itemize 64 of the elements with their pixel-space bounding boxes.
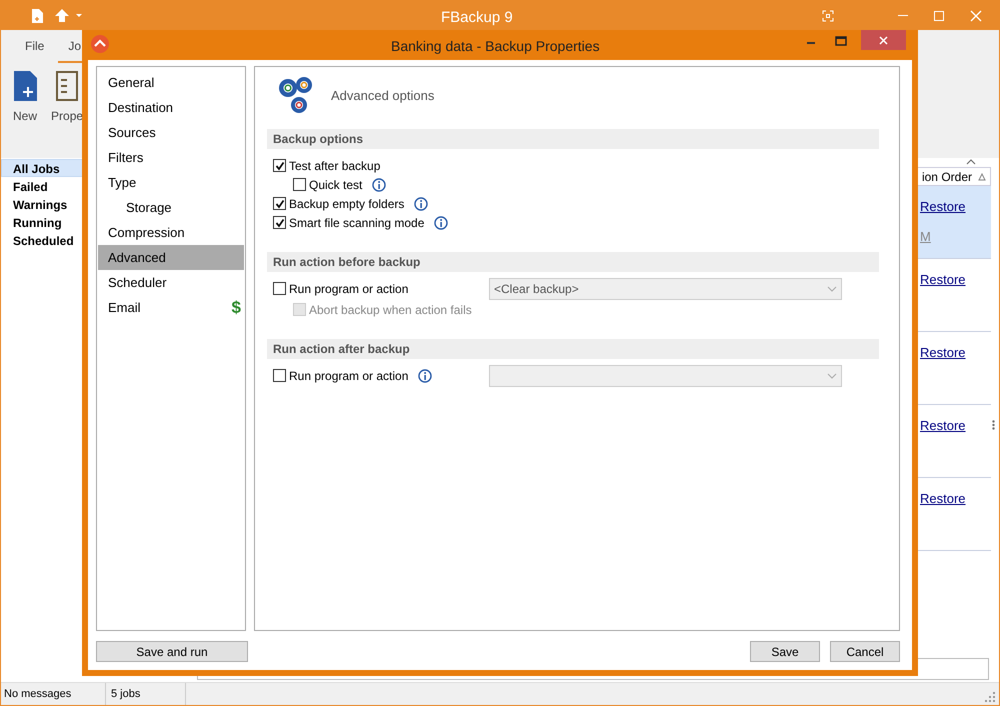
checkbox[interactable]: Test after backup bbox=[273, 156, 380, 174]
section-header: Run action after backup bbox=[267, 339, 879, 359]
info-icon[interactable] bbox=[418, 368, 432, 382]
resize-grip-icon[interactable] bbox=[985, 692, 995, 702]
nav-item[interactable]: Filters bbox=[98, 145, 244, 170]
restore-link[interactable]: Restore bbox=[920, 197, 991, 216]
save-and-run-button[interactable]: Save and run bbox=[96, 641, 248, 662]
close-icon[interactable] bbox=[970, 10, 982, 22]
dialog-title: Banking data - Backup Properties bbox=[391, 37, 600, 56]
nav-item[interactable]: Compression bbox=[98, 220, 244, 245]
nav-item[interactable]: Storage bbox=[98, 195, 244, 220]
checkbox[interactable]: Quick test bbox=[293, 176, 362, 194]
new-file-icon[interactable] bbox=[30, 8, 44, 24]
nav-item[interactable]: Scheduler bbox=[98, 270, 244, 295]
app-logo-icon bbox=[91, 35, 109, 53]
chevron-down-icon bbox=[827, 286, 837, 292]
status-text: 5 jobs bbox=[106, 683, 186, 705]
job-filter-item[interactable]: Warnings bbox=[1, 195, 83, 213]
nav-item[interactable]: Advanced bbox=[98, 245, 244, 270]
nav-item[interactable]: General bbox=[98, 70, 244, 95]
restore-link[interactable]: Restore bbox=[920, 416, 991, 436]
restore-link[interactable]: Restore bbox=[920, 489, 991, 508]
new-document-icon bbox=[14, 71, 36, 101]
more-options-icon[interactable] bbox=[992, 420, 995, 430]
collapse-caret-icon[interactable] bbox=[966, 158, 976, 166]
job-filter-item[interactable]: Scheduled bbox=[1, 231, 83, 249]
job-filter-item[interactable]: All Jobs bbox=[1, 159, 83, 177]
check-icon bbox=[274, 160, 284, 170]
checkbox[interactable]: Run program or action bbox=[273, 366, 408, 384]
up-arrow-icon[interactable] bbox=[54, 8, 70, 23]
ribbon-button[interactable]: New bbox=[13, 71, 38, 125]
nav-item[interactable]: Type bbox=[98, 170, 244, 195]
info-icon[interactable] bbox=[434, 216, 448, 230]
checkbox[interactable]: Backup empty folders bbox=[273, 194, 404, 212]
dropdown-caret-icon[interactable] bbox=[76, 14, 82, 17]
table-cell-text: M bbox=[920, 228, 932, 246]
window-title: FBackup 9 bbox=[441, 8, 513, 28]
section-header: Backup options bbox=[267, 129, 879, 149]
options-heading: Advanced options bbox=[331, 87, 434, 106]
maximize-icon[interactable] bbox=[835, 36, 847, 46]
fullscreen-icon[interactable] bbox=[822, 10, 834, 22]
restore-link[interactable]: Restore bbox=[920, 270, 991, 290]
job-filter-item[interactable]: Failed bbox=[1, 177, 83, 195]
checkbox[interactable]: Smart file scanning mode bbox=[273, 214, 424, 232]
job-filter-item[interactable]: Running bbox=[1, 213, 83, 231]
ribbon-button[interactable]: Prope bbox=[51, 71, 84, 125]
dollar-icon: $ bbox=[232, 294, 241, 320]
close-button[interactable] bbox=[861, 30, 906, 50]
nav-item[interactable]: Sources bbox=[98, 120, 244, 145]
close-icon bbox=[879, 36, 888, 44]
section-header: Run action before backup bbox=[267, 252, 879, 272]
chevron-down-icon bbox=[827, 372, 837, 378]
dialog-button[interactable]: Save bbox=[750, 641, 820, 662]
nav-item[interactable]: Destination bbox=[98, 95, 244, 120]
info-icon[interactable] bbox=[372, 178, 386, 192]
sort-arrow-icon bbox=[978, 172, 986, 180]
document-icon bbox=[56, 71, 78, 101]
ribbon-tab[interactable]: File bbox=[15, 37, 54, 63]
checkbox[interactable]: Run program or action bbox=[273, 280, 408, 298]
status-text: No messages bbox=[1, 683, 106, 705]
dialog-button[interactable]: Cancel bbox=[830, 641, 900, 662]
info-icon[interactable] bbox=[414, 196, 428, 210]
restore-link[interactable]: Restore bbox=[920, 343, 991, 362]
nav-item[interactable]: Email $ bbox=[98, 295, 244, 320]
